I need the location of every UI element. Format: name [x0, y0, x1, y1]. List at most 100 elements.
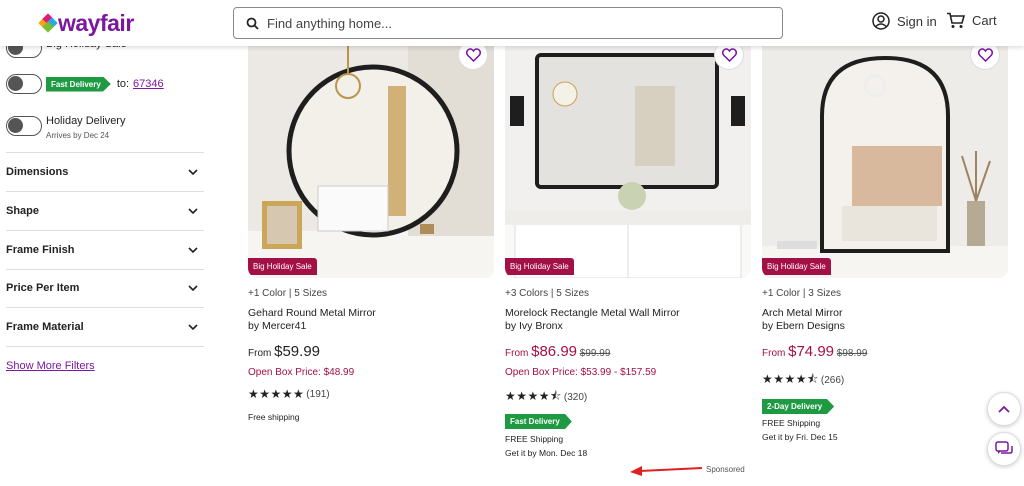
chevron-down-icon: [188, 208, 198, 214]
product-price: From $74.99 $98.99: [762, 343, 867, 360]
shipping-label: FREE Shipping: [762, 418, 821, 428]
product-brand: by Ivy Bronx: [505, 320, 563, 332]
cart-icon: [947, 12, 965, 28]
product-image[interactable]: Big Holiday Sale: [248, 46, 494, 278]
star-rating-icon: ★★★★★: [248, 387, 305, 401]
cart-link[interactable]: Cart: [946, 12, 997, 29]
price-value: $74.99: [788, 343, 835, 360]
scroll-to-top-button[interactable]: [987, 392, 1021, 426]
product-options: +1 Color | 5 Sizes: [248, 288, 328, 299]
filter-frame-finish[interactable]: Frame Finish: [6, 231, 204, 270]
filter-shape[interactable]: Shape: [6, 192, 204, 231]
shipping-info: Free shipping: [248, 412, 300, 422]
product-rating[interactable]: ★★★★⯪ (266): [762, 370, 844, 391]
heart-icon: [465, 48, 481, 62]
search-input[interactable]: [267, 15, 747, 31]
zip-code[interactable]: 67346: [133, 78, 164, 90]
zip-prefix: to:: [116, 78, 130, 90]
logo-text: wayfair: [58, 9, 134, 36]
price-prefix: From: [248, 348, 272, 359]
chevron-up-icon: [998, 405, 1010, 413]
toggle-holiday-delivery[interactable]: Holiday Delivery Arrives by Dec 24: [6, 115, 125, 142]
filter-price-per-item[interactable]: Price Per Item: [6, 269, 204, 308]
star-rating-icon: ★★★★⯪: [505, 389, 562, 403]
product-name[interactable]: Morelock Rectangle Metal Wall Mirror: [505, 307, 680, 320]
product-image[interactable]: Big Holiday Sale: [762, 46, 1008, 278]
zip-link[interactable]: 67346: [133, 78, 164, 90]
sign-in-label: Sign in: [897, 13, 937, 29]
wayfair-logo[interactable]: wayfair: [38, 9, 134, 36]
shipping-label: FREE Shipping: [505, 434, 564, 444]
product-name[interactable]: Gehard Round Metal Mirror: [248, 307, 376, 320]
was-price: $99.99: [579, 348, 611, 359]
filter-frame-material[interactable]: Frame Material: [6, 308, 204, 347]
red-arrow-icon: [630, 466, 703, 476]
shipping-date: Get it by Fri. Dec 15: [762, 432, 838, 442]
toggle-label: Holiday Delivery Arrives by Dec 24: [46, 115, 125, 142]
product-title[interactable]: Morelock Rectangle Metal Wall Mirror by …: [505, 307, 680, 333]
chevron-down-icon: [188, 324, 198, 330]
promo-badge: Big Holiday Sale: [248, 258, 317, 275]
filter-label: Frame Material: [6, 321, 84, 333]
product-image[interactable]: Big Holiday Sale: [505, 46, 751, 278]
cart-label: Cart: [972, 13, 997, 28]
arch-mirror-image: [762, 46, 1008, 278]
site-header: wayfair Sign in Cart: [0, 0, 1024, 46]
delivery-badge-wrap: Fast Delivery: [505, 411, 572, 429]
filter-label: Frame Finish: [6, 244, 75, 256]
promo-badge: Big Holiday Sale: [505, 258, 574, 275]
chevron-down-icon: [188, 247, 198, 253]
shipping-info: FREE Shipping Get it by Fri. Dec 15: [762, 416, 838, 444]
rating-count: (191): [306, 388, 330, 400]
search-icon: [246, 17, 259, 30]
star-rating-icon: ★★★★⯪: [762, 372, 819, 386]
price-prefix: From: [505, 348, 529, 359]
open-box-price: Open Box Price: $53.99 - $157.59: [505, 367, 657, 378]
toggle-fast-delivery[interactable]: Fast Delivery to: 67346: [6, 74, 164, 94]
rating-count: (320): [563, 392, 588, 403]
sponsored-label: Sponsored: [706, 465, 745, 474]
product-name[interactable]: Arch Metal Mirror: [762, 307, 845, 320]
holiday-delivery-label: Holiday Delivery: [46, 115, 126, 127]
product-title[interactable]: Arch Metal Mirror by Ebern Designs: [762, 307, 845, 333]
holiday-delivery-sub: Arrives by Dec 24: [46, 131, 110, 140]
product-title[interactable]: Gehard Round Metal Mirror by Mercer41: [248, 307, 376, 333]
filter-label: Price Per Item: [6, 282, 80, 294]
product-price: From $59.99: [248, 343, 320, 360]
product-options: +3 Colors | 5 Sizes: [505, 288, 590, 299]
two-day-delivery-badge: 2-Day Delivery: [762, 399, 835, 414]
heart-icon: [977, 48, 993, 62]
filter-dimensions[interactable]: Dimensions: [6, 153, 204, 192]
search-bar[interactable]: [233, 7, 783, 39]
chevron-down-icon: [188, 285, 198, 291]
chat-icon: [995, 441, 1013, 454]
logo-mark-icon: [38, 13, 58, 33]
filter-label: Dimensions: [6, 166, 69, 178]
toggle-switch[interactable]: [6, 74, 42, 94]
delivery-badge-wrap: 2-Day Delivery: [762, 396, 835, 414]
sign-in-link[interactable]: Sign in: [872, 12, 937, 30]
price-value: $86.99: [531, 343, 578, 360]
product-brand: by Ebern Designs: [762, 320, 845, 332]
was-price: $98.99: [836, 348, 868, 359]
promo-badge: Big Holiday Sale: [762, 258, 831, 275]
product-price: From $86.99 $99.99: [505, 343, 610, 360]
product-rating[interactable]: ★★★★★ (191): [248, 387, 330, 401]
chat-button[interactable]: [987, 432, 1021, 466]
shipping-info: FREE Shipping Get it by Mon. Dec 18: [505, 432, 587, 460]
open-box-price: Open Box Price: $48.99: [248, 367, 355, 378]
product-rating[interactable]: ★★★★⯪ (320): [505, 387, 587, 408]
product-options: +1 Color | 3 Sizes: [762, 288, 842, 299]
account-icon: [872, 12, 890, 30]
price-value: $59.99: [274, 343, 321, 360]
rating-count: (266): [820, 375, 845, 386]
product-brand: by Mercer41: [248, 320, 307, 332]
toggle-switch[interactable]: [6, 116, 42, 136]
rectangle-mirror-image: [505, 46, 751, 278]
show-more-filters-link[interactable]: Show More Filters: [6, 360, 95, 372]
price-prefix: From: [762, 348, 786, 359]
round-mirror-image: [248, 46, 494, 278]
fast-delivery-badge: Fast Delivery: [505, 414, 572, 429]
heart-icon: [721, 48, 737, 62]
filter-label: Shape: [6, 205, 40, 217]
